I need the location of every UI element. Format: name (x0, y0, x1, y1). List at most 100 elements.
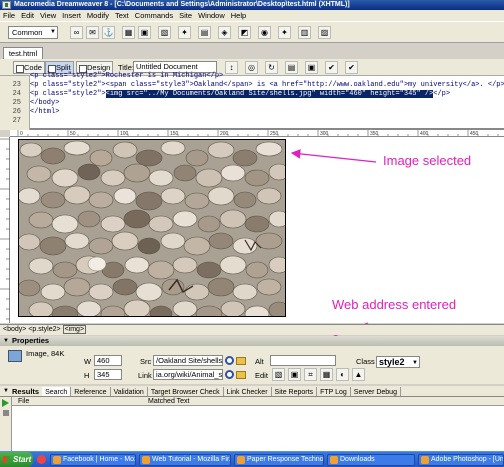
tab-validation[interactable]: Validation (111, 387, 148, 396)
layer-icon[interactable]: ▣ (138, 26, 151, 39)
visual-aids-icon[interactable]: ▣ (305, 61, 318, 74)
tab-server-debug[interactable]: Server Debug (351, 387, 401, 396)
alt-label: Alt (255, 357, 264, 366)
tab-reference[interactable]: Reference (71, 387, 111, 396)
menu-text[interactable]: Text (112, 11, 132, 20)
src-input[interactable]: /Oakland Site/shells.jpg (153, 355, 223, 366)
column-file[interactable]: File (18, 397, 29, 406)
annotation-image-selected: Image selected (383, 153, 472, 168)
code-line-partial: <p class="style2">Rochester is in Michig… (30, 72, 224, 80)
edit-label: Edit (255, 371, 268, 380)
code-line: 24 <p class="style2"><img src="../My Docu… (12, 90, 451, 98)
code-line: 23 <p class="style2"><span class="style3"… (12, 81, 504, 89)
menu-modify[interactable]: Modify (84, 11, 112, 20)
head-icon[interactable]: ◉ (258, 26, 271, 39)
tag-p-style2[interactable]: <p.style2> (28, 326, 60, 333)
document-tab[interactable]: test.html (3, 47, 43, 59)
tab-ftp-log[interactable]: FTP Log (317, 387, 351, 396)
menu-file[interactable]: File (0, 11, 18, 20)
menu-help[interactable]: Help (228, 11, 249, 20)
image-thumb-icon (8, 350, 22, 362)
tag-body[interactable]: <body> (3, 326, 26, 333)
resample-icon[interactable]: ▦ (320, 368, 333, 381)
hyperlink-icon[interactable]: ∞ (70, 26, 83, 39)
validate-icon[interactable]: ✔ (325, 61, 338, 74)
file-management-icon[interactable]: ↕ (225, 61, 238, 74)
tab-site-reports[interactable]: Site Reports (272, 387, 318, 396)
brightness-icon[interactable]: ◐ (336, 368, 349, 381)
properties-header[interactable]: Properties (0, 336, 504, 346)
link-point-to-file-icon[interactable] (225, 370, 234, 379)
refresh-icon[interactable]: ↻ (265, 61, 278, 74)
code-line: 27 (12, 117, 21, 125)
table-icon[interactable]: ▦ (122, 26, 135, 39)
preview-browser-icon[interactable]: ◎ (245, 61, 258, 74)
properties-panel: Image, 84K W 460 Src /Oakland Site/shell… (0, 346, 504, 384)
menu-site[interactable]: Site (176, 11, 195, 20)
tag-img[interactable]: <img> (62, 325, 87, 334)
menu-edit[interactable]: Edit (18, 11, 37, 20)
sharpen-icon[interactable]: ▲ (352, 368, 365, 381)
width-input[interactable]: 460 (94, 355, 122, 366)
menu-view[interactable]: View (37, 11, 59, 20)
optimize-icon[interactable]: ▣ (288, 368, 301, 381)
menu-bar: File Edit View Insert Modify Text Commands Site… (0, 10, 504, 21)
taskbar-web-tutorial[interactable]: Web Tutorial - Mozilla Fir... (139, 454, 231, 466)
email-link-icon[interactable]: ✉ (86, 26, 99, 39)
tag-chooser-icon[interactable]: ▨ (318, 26, 331, 39)
quicklaunch-icon[interactable] (37, 455, 46, 464)
tab-link-checker[interactable]: Link Checker (224, 387, 272, 396)
crop-icon[interactable]: ⌗ (304, 368, 317, 381)
anchor-icon[interactable]: ⚓ (102, 26, 115, 39)
insert-category-select[interactable]: Common (8, 26, 58, 39)
media-icon[interactable]: ✦ (178, 26, 191, 39)
dreamweaver-icon (2, 1, 11, 9)
link-browse-folder-icon[interactable] (236, 371, 246, 379)
image-icon[interactable]: ▧ (158, 26, 171, 39)
start-button[interactable]: Start (0, 452, 33, 467)
menu-window[interactable]: Window (195, 11, 228, 20)
date-icon[interactable]: ▤ (198, 26, 211, 39)
annotation-arrows (290, 149, 377, 347)
tag-selector-bar: <body> <p.style2> <img> (0, 324, 504, 335)
templates-icon[interactable]: ▥ (298, 26, 311, 39)
menu-insert[interactable]: Insert (59, 11, 84, 20)
code-line: 26 </html> (12, 108, 60, 116)
taskbar-downloads[interactable]: Downloads (327, 454, 415, 466)
horizontal-ruler: 0 50 100 150 200 250 300 350 400 450 (10, 130, 504, 137)
stop-icon[interactable] (3, 410, 9, 416)
taskbar-facebook[interactable]: Facebook | Home - Mozill... (50, 454, 136, 466)
annotation-web-address: Web address entered (332, 297, 457, 312)
code-line: 25 </body> (12, 99, 60, 107)
menu-commands[interactable]: Commands (132, 11, 176, 20)
results-toolbar (0, 397, 12, 451)
tab-search[interactable]: Search (42, 387, 72, 396)
server-side-include-icon[interactable]: ◈ (218, 26, 231, 39)
comment-icon[interactable]: ◩ (238, 26, 251, 39)
height-input[interactable]: 345 (94, 369, 122, 380)
link-input[interactable]: ia.org/wiki/Animal_shell (153, 369, 223, 380)
src-browse-folder-icon[interactable] (236, 357, 246, 365)
class-label: Class (356, 357, 375, 366)
alt-select[interactable] (270, 355, 336, 366)
column-matched-text[interactable]: Matched Text (148, 397, 190, 406)
play-icon[interactable] (2, 399, 9, 407)
class-select[interactable]: style2 (376, 356, 420, 368)
edit-image-icon[interactable]: ▧ (272, 368, 285, 381)
view-options-icon[interactable]: ▤ (285, 61, 298, 74)
taskbar-paper-response[interactable]: Paper Response Technol... (234, 454, 324, 466)
taskbar-photoshop[interactable]: Adobe Photoshop - [Unti... (418, 454, 504, 466)
insert-bar: Common ∞ ✉ ⚓ ▦ ▣ ▧ ✦ ▤ ◈ ◩ ◉ ✦ ▥ ▨ (0, 21, 504, 43)
code-view[interactable]: <p class="style2">Rochester is in Michig… (0, 72, 504, 130)
src-point-to-file-icon[interactable] (225, 356, 234, 365)
results-header[interactable]: Results (0, 386, 42, 396)
tab-target-browser-check[interactable]: Target Browser Check (148, 387, 224, 396)
script-icon[interactable]: ✦ (278, 26, 291, 39)
window-title: Macromedia Dreamweaver 8 - [C:\Documents… (14, 1, 350, 8)
link-label: Link (138, 371, 152, 380)
dreamweaver-window: Macromedia Dreamweaver 8 - [C:\Documents… (0, 0, 504, 467)
results-column-header: File Matched Text (12, 397, 504, 406)
title-bar: Macromedia Dreamweaver 8 - [C:\Documents… (0, 0, 504, 10)
browser-check-icon[interactable]: ✔ (345, 61, 358, 74)
src-label: Src (140, 357, 152, 366)
